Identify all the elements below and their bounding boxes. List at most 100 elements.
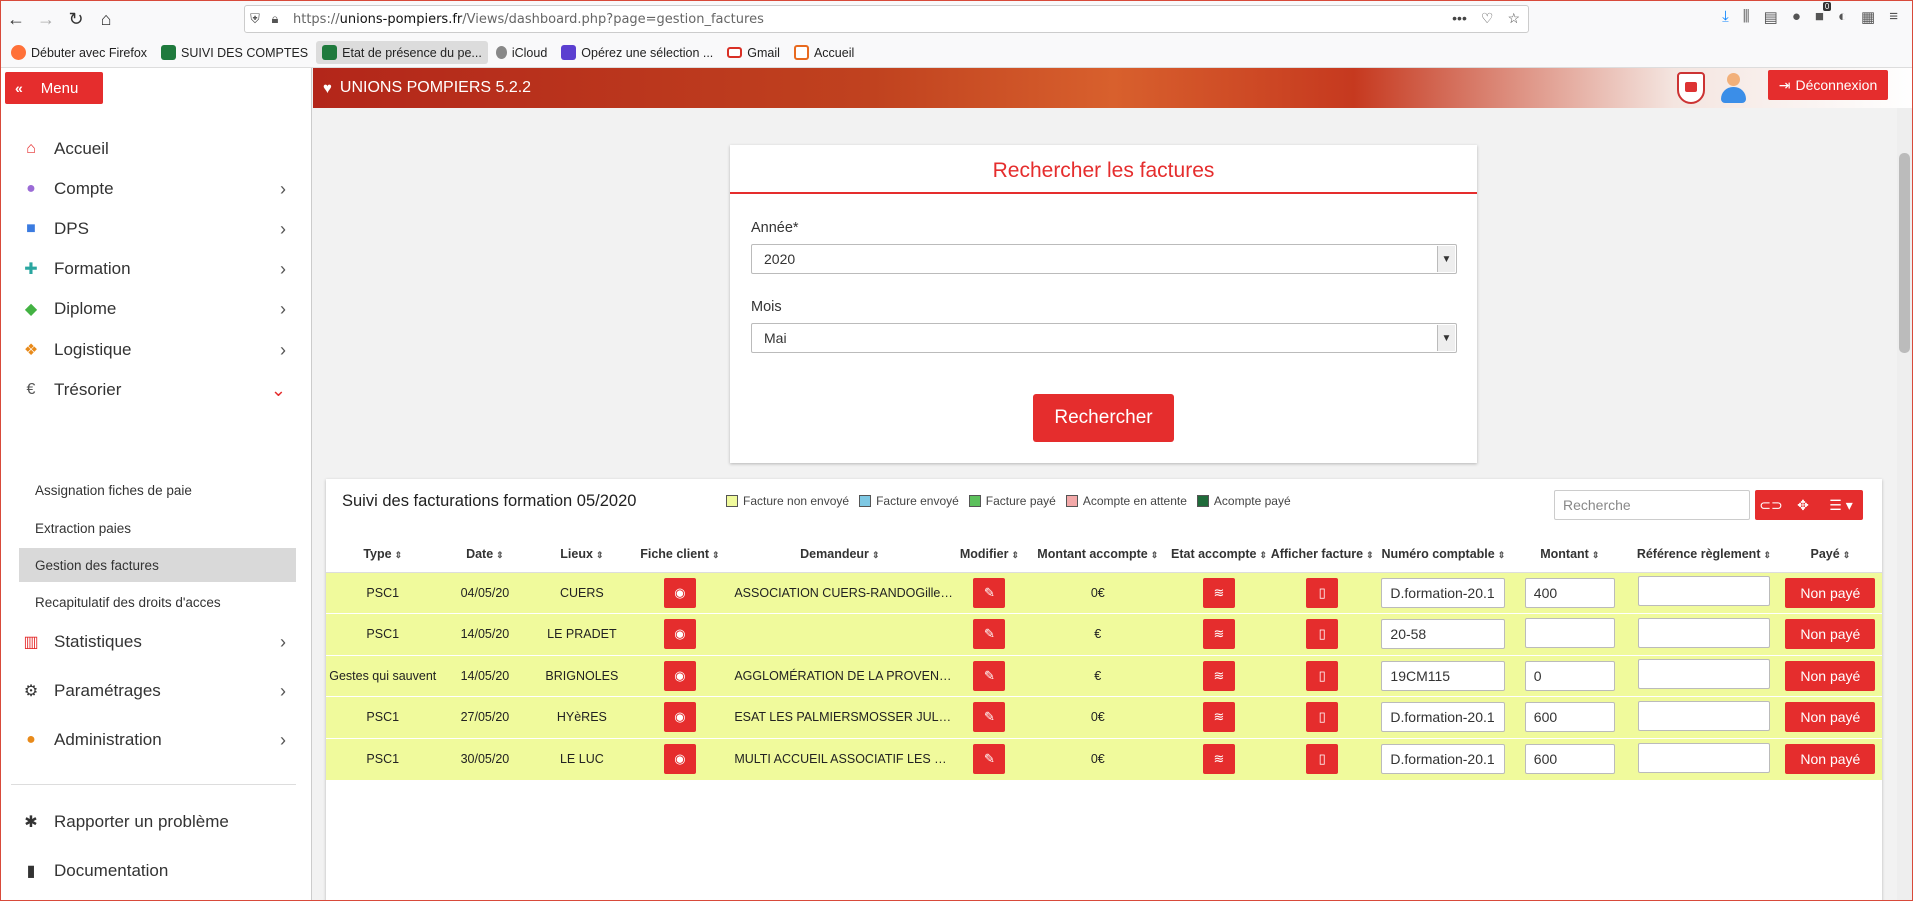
col-header-demandeur[interactable]: Demandeur ⇕ [726,537,954,573]
table-search-input[interactable]: Recherche [1554,490,1750,520]
more-icon[interactable]: ••• [1452,10,1467,27]
month-select[interactable]: Mai ▼ [751,323,1457,353]
sidebar-subitem-assignation[interactable]: Assignation fiches de paie [19,473,296,507]
pocket-icon[interactable]: ♡ [1481,10,1494,27]
paye-button[interactable]: Non payé [1785,577,1876,608]
numero-input[interactable]: D.formation-20.1 [1381,744,1506,774]
col-header-afficher-facture[interactable]: Afficher facture ⇕ [1268,537,1377,573]
edit-icon[interactable]: ✎ [973,660,1006,691]
eye-icon[interactable]: ◉ [663,619,696,650]
col-header-modifier[interactable]: Modifier ⇕ [953,537,1026,573]
sidebar-item-diplome[interactable]: ◆ Diplome › [1,289,312,329]
year-select[interactable]: 2020 ▼ [751,244,1457,274]
columns-dropdown-icon[interactable]: ☰ ▾ [1819,490,1863,520]
coins-icon[interactable]: ≋ [1203,660,1235,691]
brand[interactable]: ♥ UNIONS POMPIERS 5.2.2 [323,79,531,97]
edit-icon[interactable]: ✎ [973,619,1006,650]
library-icon[interactable]: ⫼ [1743,8,1750,26]
page-scrollbar[interactable] [1897,108,1912,900]
extension-icon[interactable]: ● [1792,8,1801,26]
chevron-down-icon[interactable]: ▼ [1437,325,1455,351]
montant-input[interactable]: 400 [1524,577,1615,608]
bookmark-3[interactable]: iCloud [490,42,553,64]
coins-icon[interactable]: ≋ [1203,619,1235,650]
file-pdf-icon[interactable]: ▯ [1306,660,1339,691]
coins-icon[interactable]: ≋ [1203,744,1235,774]
sidebar-item-logistique[interactable]: ❖ Logistique › [1,330,312,370]
sidebar-toggle-icon[interactable]: ▤ [1764,8,1778,26]
apps-icon[interactable]: ▦ [1861,8,1875,26]
eye-icon[interactable]: ◉ [663,577,696,608]
bookmark-1[interactable]: SUIVI DES COMPTES [155,41,314,64]
eye-icon[interactable]: ◉ [663,660,696,691]
url-text[interactable]: https://unions-pompiers.fr/Views/dashboa… [293,12,764,27]
col-header-montant[interactable]: Montant ⇕ [1510,537,1630,573]
paye-button[interactable]: Non payé [1785,619,1876,650]
file-pdf-icon[interactable]: ▯ [1306,577,1339,608]
col-header-lieux[interactable]: Lieux ⇕ [530,537,634,573]
sidebar-item-statistiques[interactable]: ▥ Statistiques › [1,622,312,662]
toggle-icon[interactable]: ⊂⊃ [1755,490,1787,520]
edit-icon[interactable]: ✎ [973,744,1006,774]
url-bar[interactable]: ⛨ 🔒︎ https://unions-pompiers.fr/Views/da… [244,5,1529,33]
sidebar-item-formation[interactable]: ✚ Formation › [1,249,312,289]
sidebar-item-administration[interactable]: ● Administration › [1,720,312,760]
file-pdf-icon[interactable]: ▯ [1306,619,1339,650]
avatar[interactable] [1719,71,1747,105]
reference-input[interactable] [1637,700,1770,731]
shield-icon[interactable]: ⛨ [245,11,265,27]
chevron-down-icon[interactable]: ▼ [1437,246,1455,272]
forward-icon[interactable]: → [31,5,61,35]
search-button[interactable]: Rechercher [1033,394,1174,442]
numero-input[interactable]: 19CM115 [1381,660,1506,691]
numero-input[interactable]: D.formation-20.1 [1381,577,1506,608]
col-header-type[interactable]: Type ⇕ [326,537,440,573]
sidebar-item-accueil[interactable]: ⌂ Accueil [1,129,312,169]
lock-icon[interactable]: 🔒︎ [265,11,285,27]
paye-button[interactable]: Non payé [1785,744,1876,774]
col-header-paye[interactable]: Payé ⇕ [1778,537,1882,573]
reference-input[interactable] [1637,659,1770,690]
badge-extension-icon[interactable]: ■ 0 [1815,2,1832,26]
sidebar-item-parametrages[interactable]: ⚙ Paramétrages › [1,671,312,711]
edit-icon[interactable]: ✎ [973,702,1006,733]
coins-icon[interactable]: ≋ [1203,702,1235,733]
paye-button[interactable]: Non payé [1785,660,1876,691]
numero-input[interactable]: 20-58 [1381,619,1506,650]
file-pdf-icon[interactable]: ▯ [1306,744,1339,774]
arrows-move-icon[interactable]: ✥ [1787,490,1819,520]
home-icon[interactable]: ⌂ [91,5,121,35]
sidebar-item-compte[interactable]: ● Compte › [1,169,312,209]
col-header-etat-accompte[interactable]: Etat accompte ⇕ [1170,537,1269,573]
paye-button[interactable]: Non payé [1785,702,1876,733]
reload-icon[interactable]: ↻ [61,5,91,35]
logout-button[interactable]: ⇥ Déconnexion [1768,70,1888,100]
reference-input[interactable] [1637,742,1770,773]
menu-toggle-button[interactable]: « Menu [5,72,103,104]
montant-input[interactable] [1524,617,1615,648]
montant-input[interactable]: 600 [1524,702,1615,733]
sidebar-item-tresorier[interactable]: € Trésorier ⌄ [1,370,312,410]
col-header-montant-accompte[interactable]: Montant accompte ⇕ [1025,537,1170,573]
numero-input[interactable]: D.formation-20.1 [1381,702,1506,733]
bookmark-6[interactable]: Accueil [788,41,860,64]
scrollbar-thumb[interactable] [1899,153,1910,353]
eye-icon[interactable]: ◉ [663,702,696,733]
montant-input[interactable]: 600 [1524,744,1615,774]
montant-input[interactable]: 0 [1524,660,1615,691]
sidebar-item-dps[interactable]: ■ DPS › [1,209,312,249]
download-icon[interactable]: ⤓ [1722,8,1729,26]
sidebar-item-documentation[interactable]: ▮ Documentation [1,851,312,891]
edit-icon[interactable]: ✎ [973,577,1006,608]
sidebar-item-report-problem[interactable]: ✱ Rapporter un problème [1,802,312,842]
eye-icon[interactable]: ◉ [663,744,696,774]
star-icon[interactable]: ☆ [1507,10,1520,27]
reference-input[interactable] [1637,617,1770,648]
col-header-date[interactable]: Date ⇕ [439,537,531,573]
file-pdf-icon[interactable]: ▯ [1306,702,1339,733]
col-header-fiche-client[interactable]: Fiche client ⇕ [633,537,727,573]
masks-extension-icon[interactable]: ◐ [1838,8,1847,26]
bookmark-5[interactable]: Gmail [721,42,786,64]
back-icon[interactable]: ← [1,5,31,35]
bookmark-0[interactable]: Débuter avec Firefox [5,41,153,64]
